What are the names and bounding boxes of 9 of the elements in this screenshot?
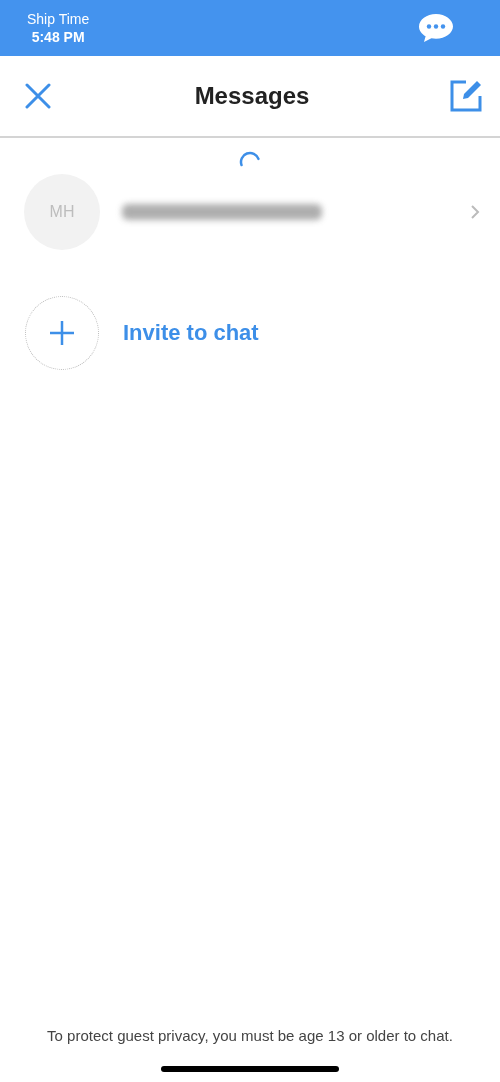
chat-bubble-icon[interactable] xyxy=(418,13,454,43)
ship-time-label: Ship Time xyxy=(27,10,90,28)
chevron-right-icon xyxy=(470,204,480,220)
ship-time: 5:48 PM xyxy=(31,28,85,46)
privacy-notice: To protect guest privacy, you must be age 13 or older to chat. xyxy=(46,1026,454,1046)
screen-title: Messages xyxy=(194,82,310,110)
compose-button[interactable] xyxy=(448,78,484,114)
invite-button[interactable]: Invite to chat xyxy=(0,296,500,370)
plus-icon xyxy=(49,320,75,346)
